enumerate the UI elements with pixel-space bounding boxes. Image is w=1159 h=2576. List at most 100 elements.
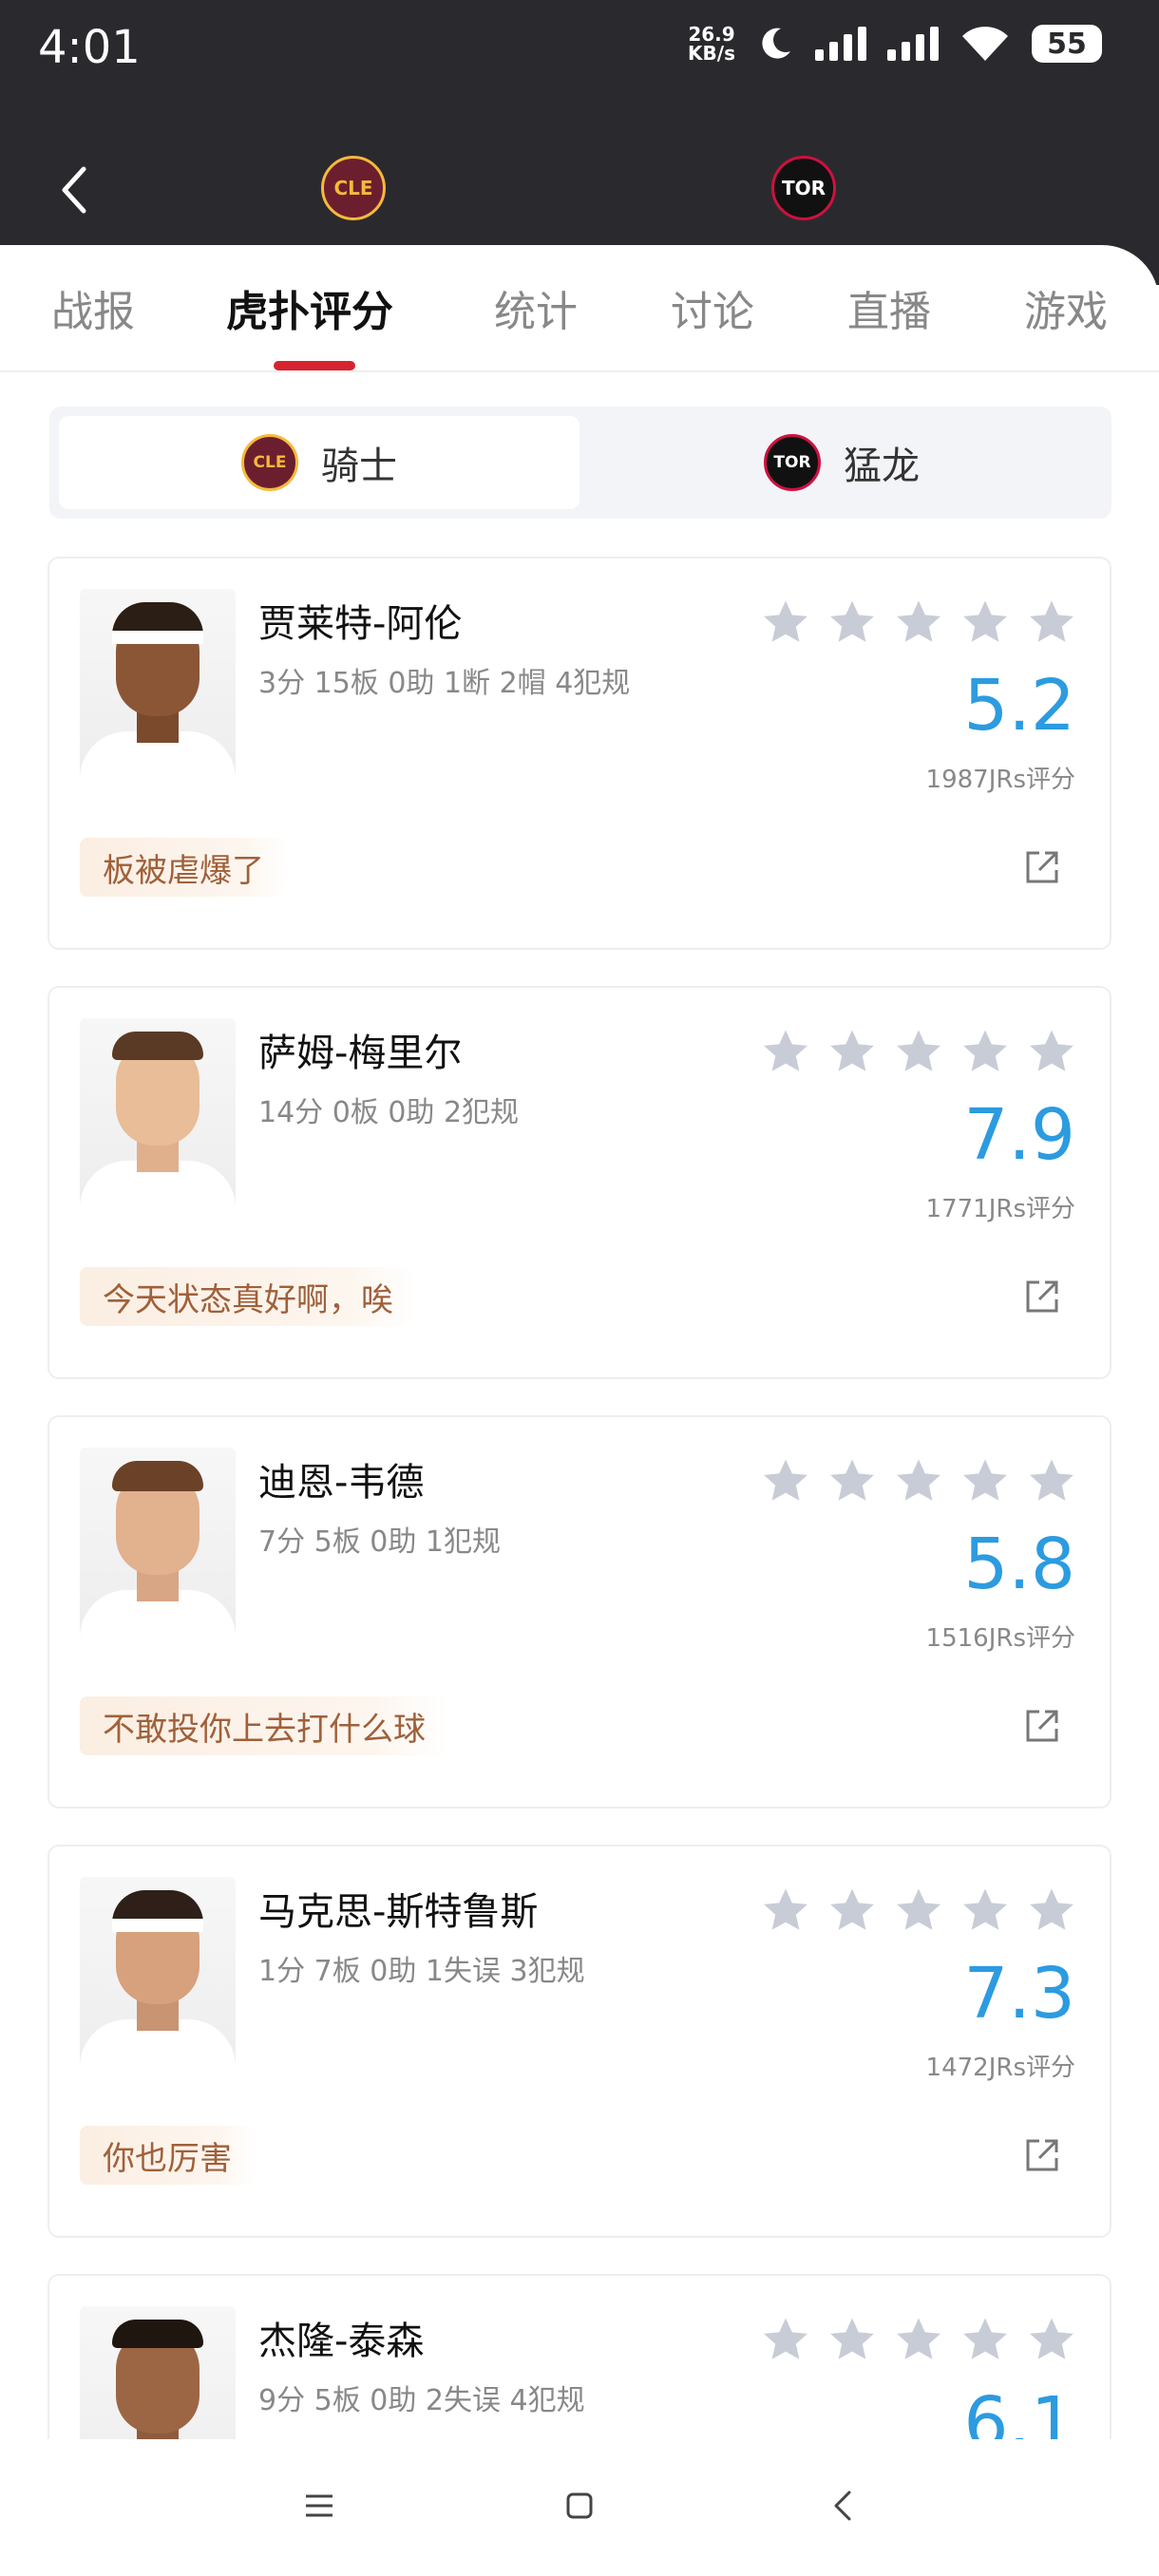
rating-stars[interactable] — [760, 2314, 1077, 2365]
player-name: 迪恩-韦德 — [258, 1461, 425, 1505]
share-external-icon[interactable] — [1022, 1706, 1062, 1746]
rating-stars[interactable] — [760, 1455, 1077, 1506]
player-avatar — [80, 1018, 236, 1233]
share-external-icon[interactable] — [1022, 1277, 1062, 1316]
team-home-name: 骑士 — [321, 445, 397, 488]
player-stats: 1分 7板 0助 1失误 3犯规 — [258, 1955, 585, 1988]
star-icon[interactable] — [826, 597, 878, 648]
star-icon[interactable] — [893, 1026, 944, 1077]
star-icon[interactable] — [1026, 1455, 1077, 1506]
star-icon[interactable] — [826, 2314, 878, 2365]
nav-row: CLE TOR — [0, 142, 1159, 237]
star-icon[interactable] — [760, 1026, 811, 1077]
tab-live[interactable]: 直播 — [847, 277, 931, 338]
main-panel: 战报 虎扑评分 统计 讨论 直播 游戏 CLE 骑士 TOR 猛龙 贾莱特-阿伦… — [0, 245, 1159, 2576]
top-comment[interactable]: 板被虐爆了 — [80, 838, 287, 897]
star-icon[interactable] — [893, 597, 944, 648]
player-stats: 14分 0板 0助 2犯规 — [258, 1096, 520, 1129]
star-icon[interactable] — [1026, 597, 1077, 648]
rating-count: 1516JRs评分 — [925, 1624, 1075, 1653]
star-icon[interactable] — [960, 1885, 1011, 1936]
share-external-icon[interactable] — [1022, 847, 1062, 887]
star-icon[interactable] — [760, 1885, 811, 1936]
signal-icon-1 — [815, 27, 866, 61]
wifi-icon — [962, 27, 1008, 61]
player-name: 杰隆-泰森 — [258, 2320, 425, 2363]
net-speed-unit: KB/s — [688, 42, 735, 65]
star-icon[interactable] — [760, 597, 811, 648]
net-speed-value: 26.9 — [688, 23, 735, 46]
tab-discussion[interactable]: 讨论 — [671, 277, 754, 338]
top-comment[interactable]: 今天状态真好啊，唉 — [80, 1267, 416, 1326]
rating-count: 1771JRs评分 — [925, 1195, 1075, 1223]
signal-icon-2 — [887, 27, 939, 61]
tab-report[interactable]: 战报 — [51, 277, 135, 338]
cle-logo-icon: CLE — [241, 434, 298, 491]
player-card[interactable]: 贾莱特-阿伦 3分 15板 0助 1断 2帽 4犯规 5.2 1987JRs评分… — [48, 557, 1112, 950]
star-icon[interactable] — [893, 1455, 944, 1506]
tor-logo-icon[interactable]: TOR — [771, 156, 836, 220]
star-icon[interactable] — [1026, 1885, 1077, 1936]
player-stats: 9分 5板 0助 2失误 4犯规 — [258, 2384, 585, 2417]
star-icon[interactable] — [893, 1885, 944, 1936]
player-avatar — [80, 1448, 236, 1662]
player-score: 7.9 — [963, 1094, 1075, 1176]
player-avatar — [80, 1877, 236, 2092]
rating-stars[interactable] — [760, 597, 1077, 648]
rating-count: 1472JRs评分 — [925, 2054, 1075, 2082]
menu-icon[interactable] — [300, 2487, 338, 2525]
star-icon[interactable] — [1026, 1026, 1077, 1077]
team-switch-away[interactable]: TOR 猛龙 — [581, 416, 1102, 509]
star-icon[interactable] — [960, 1455, 1011, 1506]
share-external-icon[interactable] — [1022, 2135, 1062, 2175]
rating-stars[interactable] — [760, 1885, 1077, 1936]
star-icon[interactable] — [1026, 2314, 1077, 2365]
player-card[interactable]: 迪恩-韦德 7分 5板 0助 1犯规 5.8 1516JRs评分 不敢投你上去打… — [48, 1415, 1112, 1809]
top-comment[interactable]: 不敢投你上去打什么球 — [80, 1696, 448, 1755]
top-comment[interactable]: 你也厉害 — [80, 2126, 255, 2185]
moon-icon — [762, 28, 790, 59]
star-icon[interactable] — [960, 1026, 1011, 1077]
cle-logo-icon[interactable]: CLE — [321, 156, 386, 220]
status-bar: 4:01 26.9 KB/s 55 — [0, 0, 1159, 104]
battery-icon: 55 — [1032, 25, 1102, 63]
tab-active-indicator — [274, 361, 355, 370]
player-score: 5.2 — [963, 665, 1075, 747]
top-header: 4:01 26.9 KB/s 55 CLE TOR — [0, 0, 1159, 285]
player-stats: 3分 15板 0助 1断 2帽 4犯规 — [258, 667, 631, 700]
star-icon[interactable] — [826, 1026, 878, 1077]
rating-stars[interactable] — [760, 1026, 1077, 1077]
tab-stats[interactable]: 统计 — [494, 277, 578, 338]
player-card[interactable]: 马克思-斯特鲁斯 1分 7板 0助 1失误 3犯规 7.3 1472JRs评分 … — [48, 1845, 1112, 2238]
player-stats: 7分 5板 0助 1犯规 — [258, 1525, 501, 1559]
star-icon[interactable] — [893, 2314, 944, 2365]
player-name: 贾莱特-阿伦 — [258, 602, 463, 646]
status-time: 4:01 — [38, 21, 141, 74]
team-switch-home[interactable]: CLE 骑士 — [59, 416, 580, 509]
star-icon[interactable] — [960, 597, 1011, 648]
net-speed: 26.9 KB/s — [688, 25, 735, 63]
star-icon[interactable] — [760, 1455, 811, 1506]
system-nav-bar — [0, 2439, 1159, 2576]
player-score: 7.3 — [963, 1953, 1075, 2035]
team-away-name: 猛龙 — [844, 445, 920, 488]
star-icon[interactable] — [960, 2314, 1011, 2365]
player-card[interactable]: 萨姆-梅里尔 14分 0板 0助 2犯规 7.9 1771JRs评分 今天状态真… — [48, 986, 1112, 1379]
player-avatar — [80, 589, 236, 804]
team-switch: CLE 骑士 TOR 猛龙 — [49, 407, 1112, 519]
tab-bar: 战报 虎扑评分 统计 讨论 直播 游戏 — [0, 245, 1159, 372]
rating-count: 1987JRs评分 — [925, 766, 1075, 794]
status-icons: 26.9 KB/s 55 — [688, 25, 1102, 63]
tab-hupu-rating[interactable]: 虎扑评分 — [226, 277, 393, 338]
back-triangle-icon[interactable] — [825, 2487, 863, 2525]
player-name: 萨姆-梅里尔 — [258, 1032, 463, 1075]
star-icon[interactable] — [826, 1455, 878, 1506]
star-icon[interactable] — [826, 1885, 878, 1936]
player-score: 5.8 — [963, 1524, 1075, 1605]
home-square-icon[interactable] — [560, 2487, 598, 2525]
back-chevron-icon[interactable] — [55, 163, 93, 217]
tor-logo-icon: TOR — [764, 434, 821, 491]
star-icon[interactable] — [760, 2314, 811, 2365]
player-name: 马克思-斯特鲁斯 — [258, 1890, 539, 1934]
tab-game[interactable]: 游戏 — [1024, 277, 1108, 338]
